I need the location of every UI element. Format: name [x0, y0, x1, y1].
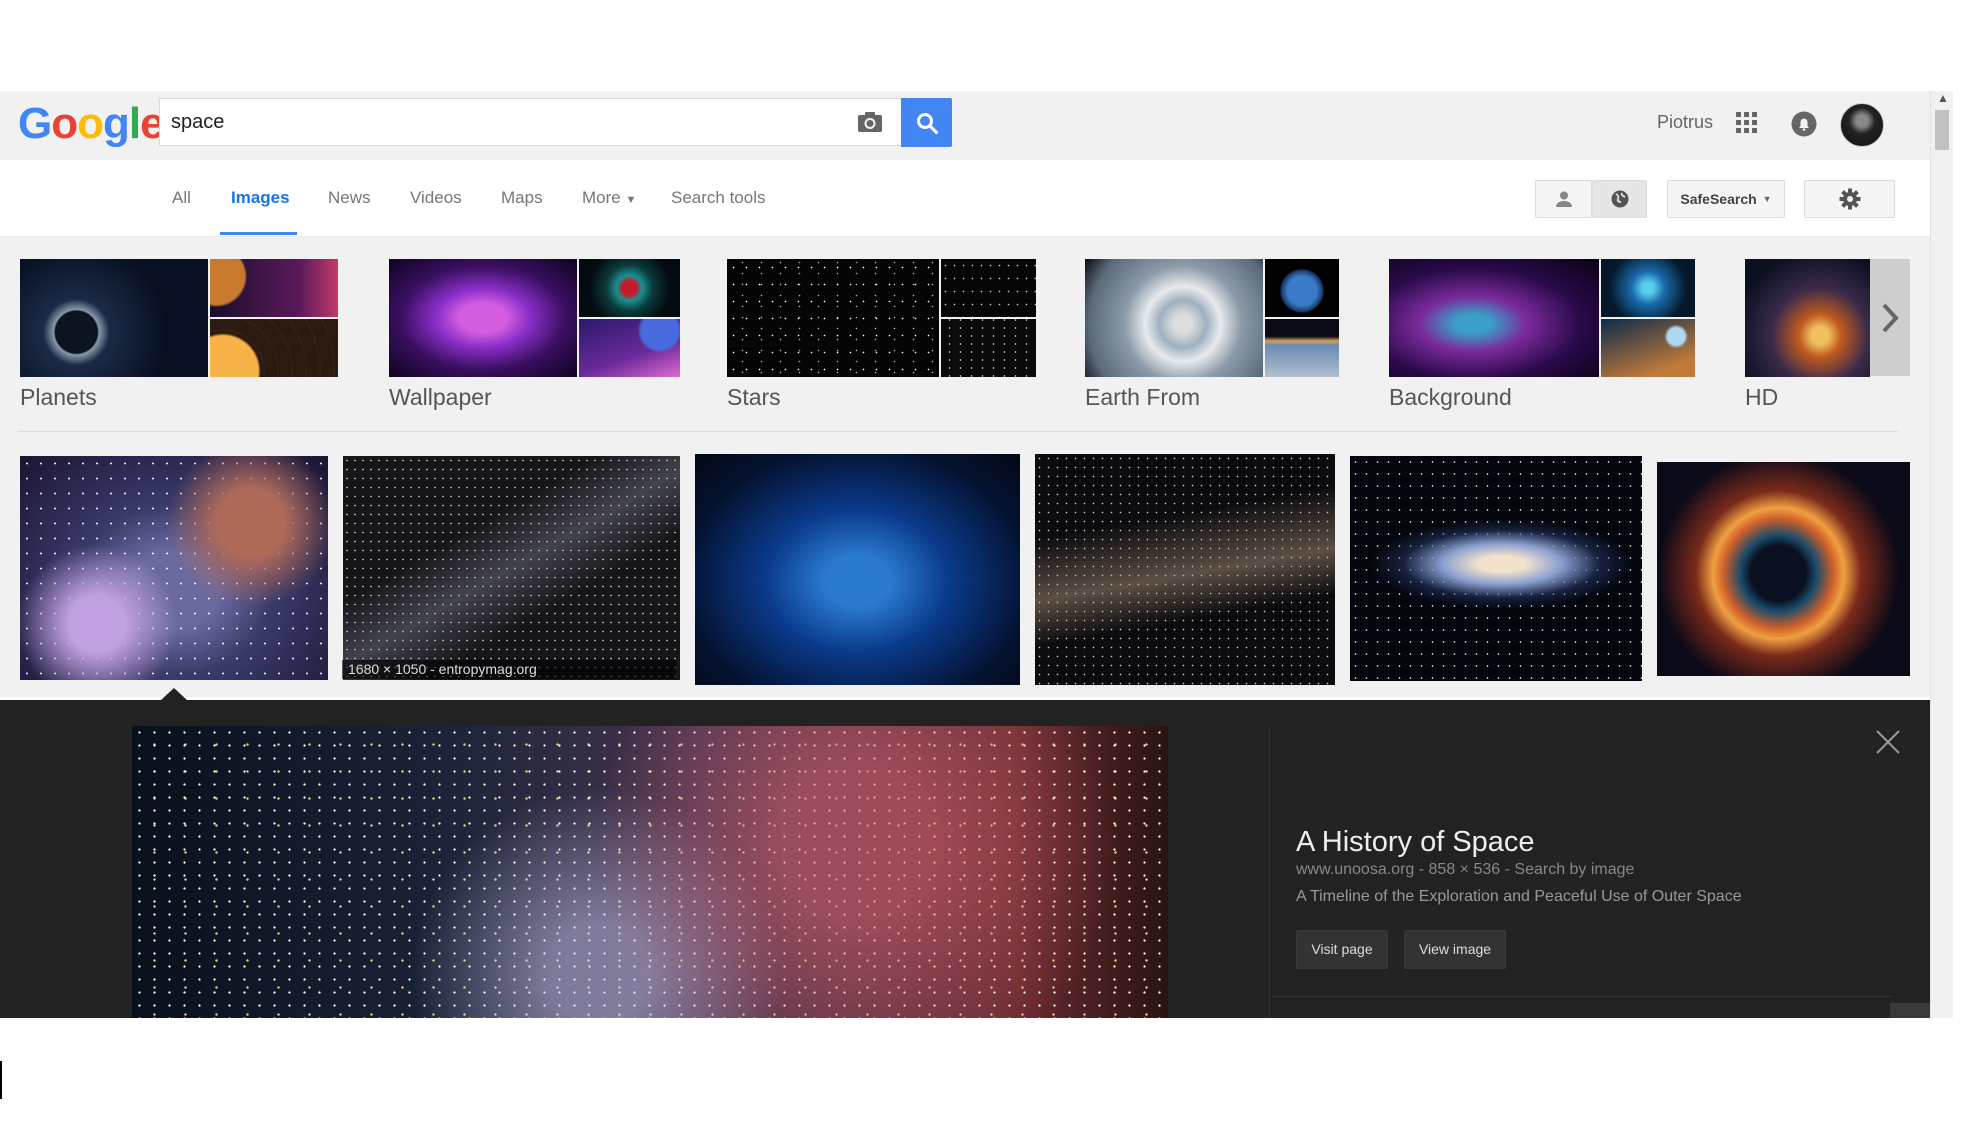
planets-thumb-3: [210, 319, 338, 377]
related-scroll-handle[interactable]: [1890, 1003, 1930, 1018]
google-logo[interactable]: Google: [18, 96, 165, 152]
preview-description: A Timeline of the Exploration and Peacef…: [1296, 888, 1742, 905]
avatar[interactable]: [1840, 103, 1884, 147]
category-planets[interactable]: [20, 259, 338, 379]
person-icon: [1555, 191, 1572, 207]
earth-thumb-3: [1265, 319, 1339, 377]
tab-all[interactable]: All: [172, 188, 191, 208]
selected-pointer: [161, 688, 187, 700]
preview-divider: [1269, 728, 1270, 1018]
hd-thumb-main: [1745, 259, 1870, 377]
search-input[interactable]: [159, 98, 903, 146]
wallpaper-thumb-3: [579, 319, 680, 377]
close-icon[interactable]: [1872, 726, 1904, 758]
wallpaper-thumb-main: [389, 259, 577, 377]
category-earth-from[interactable]: [1085, 259, 1339, 379]
result-image[interactable]: [20, 456, 328, 680]
preview-meta: www.unoosa.org - 858 × 536 - Search by i…: [1296, 861, 1634, 879]
scrollbar[interactable]: [1930, 91, 1953, 1018]
settings-button[interactable]: [1804, 180, 1895, 218]
visit-page-button[interactable]: Visit page: [1296, 930, 1388, 969]
category-background[interactable]: [1389, 259, 1695, 379]
stars-thumb-3: [941, 319, 1036, 377]
earth-thumb-main: [1085, 259, 1263, 377]
tab-videos[interactable]: Videos: [410, 188, 462, 208]
chevron-down-icon: ▼: [1762, 194, 1772, 204]
tab-more[interactable]: More ▼: [582, 188, 636, 208]
safesearch-label: SafeSearch: [1680, 191, 1757, 207]
text-caret: [0, 1061, 2, 1099]
search-icon: [916, 112, 938, 134]
preview-image[interactable]: [132, 726, 1168, 1018]
chevron-right-icon[interactable]: [1870, 259, 1910, 376]
safesearch-button[interactable]: SafeSearch ▼: [1667, 180, 1785, 218]
earth-thumb-2: [1265, 259, 1339, 317]
search-by-image-link[interactable]: Search by image: [1514, 861, 1634, 878]
user-name[interactable]: Piotrus: [1657, 112, 1713, 133]
background-thumb-3: [1601, 319, 1695, 377]
tab-maps[interactable]: Maps: [501, 188, 543, 208]
category-label-earth-from[interactable]: Earth From: [1085, 384, 1200, 411]
category-label-planets[interactable]: Planets: [20, 384, 97, 411]
apps-grid-icon[interactable]: [1736, 112, 1758, 134]
planets-thumb-main: [20, 259, 208, 377]
camera-icon[interactable]: [854, 106, 886, 138]
result-image[interactable]: [1035, 454, 1335, 685]
category-label-background[interactable]: Background: [1389, 384, 1512, 411]
tab-news[interactable]: News: [328, 188, 371, 208]
result-image[interactable]: [343, 456, 680, 680]
scroll-up-icon[interactable]: ▲: [1937, 91, 1949, 105]
category-hd[interactable]: [1745, 259, 1870, 377]
preview-domain[interactable]: www.unoosa.org: [1296, 861, 1414, 878]
hide-personal-results-button[interactable]: [1592, 180, 1647, 218]
stars-thumb-main: [727, 259, 939, 377]
divider: [18, 431, 1898, 432]
planets-thumb-2: [210, 259, 338, 317]
category-label-stars[interactable]: Stars: [727, 384, 781, 411]
chevron-down-icon: ▼: [625, 194, 637, 206]
result-image[interactable]: [695, 454, 1020, 685]
meta-separator: -: [1418, 861, 1425, 878]
gear-icon: [1839, 188, 1860, 210]
tab-more-label: More: [582, 188, 621, 207]
search-button[interactable]: [901, 98, 952, 147]
active-tab-indicator: [220, 232, 297, 235]
result-image[interactable]: [1350, 456, 1642, 681]
image-caption: 1680 × 1050 - entropymag.org: [342, 660, 676, 679]
globe-icon: [1611, 190, 1628, 208]
category-label-wallpaper[interactable]: Wallpaper: [389, 384, 492, 411]
scrollbar-thumb[interactable]: [1935, 110, 1949, 150]
category-stars[interactable]: [727, 259, 1036, 379]
meta-separator: -: [1504, 861, 1510, 878]
preview-dimensions: 858 × 536: [1428, 861, 1501, 878]
view-image-button[interactable]: View image: [1404, 930, 1506, 969]
result-image[interactable]: [1657, 462, 1910, 676]
category-label-hd[interactable]: HD: [1745, 384, 1778, 411]
tab-images[interactable]: Images: [231, 188, 290, 208]
background-thumb-main: [1389, 259, 1599, 377]
search-input-value: space: [171, 111, 225, 133]
preview-divider: [1272, 996, 1892, 997]
notifications-icon[interactable]: [1790, 110, 1818, 138]
category-wallpaper[interactable]: [389, 259, 680, 379]
stars-thumb-2: [941, 259, 1036, 317]
wallpaper-thumb-2: [579, 259, 680, 317]
personal-results-button[interactable]: [1535, 180, 1592, 218]
background-thumb-2: [1601, 259, 1695, 317]
preview-title[interactable]: A History of Space: [1296, 826, 1535, 859]
search-tools[interactable]: Search tools: [671, 188, 766, 208]
